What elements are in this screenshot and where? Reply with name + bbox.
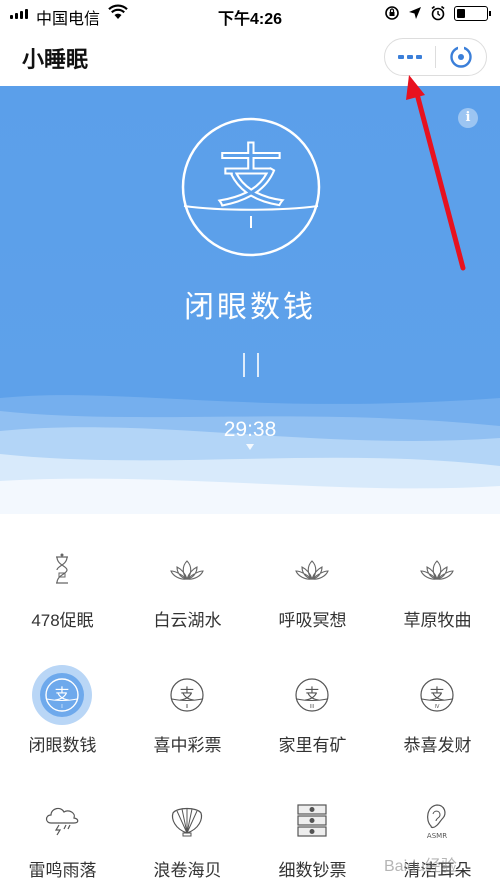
svg-text:支: 支 [304,685,319,703]
sound-item-478[interactable]: 478促眠 [0,514,125,639]
lotus-icon [167,550,207,590]
status-bar: 中国电信 下午4:26 [0,0,500,28]
sound-item-label: 喜中彩票 [153,736,222,755]
sound-item-label: 浪卷海贝 [153,861,222,880]
sound-item-label: 家里有矿 [278,736,347,755]
more-button[interactable] [385,39,435,75]
coin-icon: 支 III [292,675,332,715]
sound-item-label: 恭喜发财 [403,736,472,755]
pause-button[interactable] [240,353,262,377]
now-playing-title: 闭眼数钱 [184,291,316,324]
sound-item-label: 细数钞票 [278,861,347,880]
banknotes-icon [292,800,332,840]
alarm-icon [431,5,445,21]
storm-cloud-icon [42,800,82,840]
sound-item-grassland-song[interactable]: 草原牧曲 [375,514,500,639]
sound-item-breath-meditation[interactable]: 呼吸冥想 [250,514,375,639]
mini-program-capsule [384,38,487,76]
sound-item-label: 雷鸣雨落 [28,861,97,880]
close-target-icon [450,46,472,68]
page-title: 小睡眠 [22,47,89,72]
now-playing-hero: i 支 闭眼数钱 29:38 [0,86,500,514]
coin-icon: 支I [42,675,82,715]
svg-text:II: II [186,704,189,710]
sound-item-family-mine[interactable]: 支 III 家里有矿 [250,639,375,764]
location-arrow-icon [409,7,421,19]
sound-item-label: 白云湖水 [153,611,222,630]
chevron-down-icon[interactable] [246,444,254,450]
sound-item-label: 478促眠 [31,611,94,630]
coin-icon: 支 IV [417,675,457,715]
sound-item-sea-shell[interactable]: 浪卷海贝 [125,764,250,889]
more-dots-icon [398,55,422,59]
sound-item-label: 草原牧曲 [403,611,472,630]
rotation-lock-icon [385,6,399,20]
svg-text:IV: IV [435,704,440,710]
ear-icon: ASMR [417,800,457,840]
close-button[interactable] [436,39,486,75]
info-icon[interactable]: i [458,108,478,128]
battery-icon [454,5,491,21]
hourglass-icon [42,550,82,590]
sound-item-count-money-active[interactable]: 支I 闭眼数钱 [0,639,125,764]
sound-item-label: 呼吸冥想 [278,611,347,630]
watermark: Baidu经验 [384,858,457,875]
svg-text:III: III [310,704,314,710]
sound-grid: 478促眠 白云湖水 呼吸冥想 草原牧曲 支I 闭眼数钱 支 II 喜中彩票 支I… [0,514,500,889]
sound-item-white-cloud-lake[interactable]: 白云湖水 [125,514,250,639]
sound-item-label: 闭眼数钱 [28,736,97,755]
sound-item-count-banknotes[interactable]: 细数钞票 [250,764,375,889]
sound-item-prosperity[interactable]: 支 IV 恭喜发财 [375,639,500,764]
svg-text:I: I [61,704,62,710]
lotus-icon [292,550,332,590]
coin-emblem-icon: 支 [181,117,321,257]
svg-text:支: 支 [429,685,444,703]
svg-text:ASMR: ASMR [427,832,447,840]
emblem-glyph: 支 [217,138,285,217]
svg-text:支: 支 [54,685,69,703]
svg-text:支: 支 [179,685,194,703]
app-header: 小睡眠 [0,28,500,86]
sound-item-lottery[interactable]: 支 II 喜中彩票 [125,639,250,764]
countdown-timer[interactable]: 29:38 [0,418,500,442]
sound-item-thunder-rain[interactable]: 雷鸣雨落 [0,764,125,889]
seashell-icon [167,800,207,840]
lotus-icon [417,550,457,590]
coin-icon: 支 II [167,675,207,715]
